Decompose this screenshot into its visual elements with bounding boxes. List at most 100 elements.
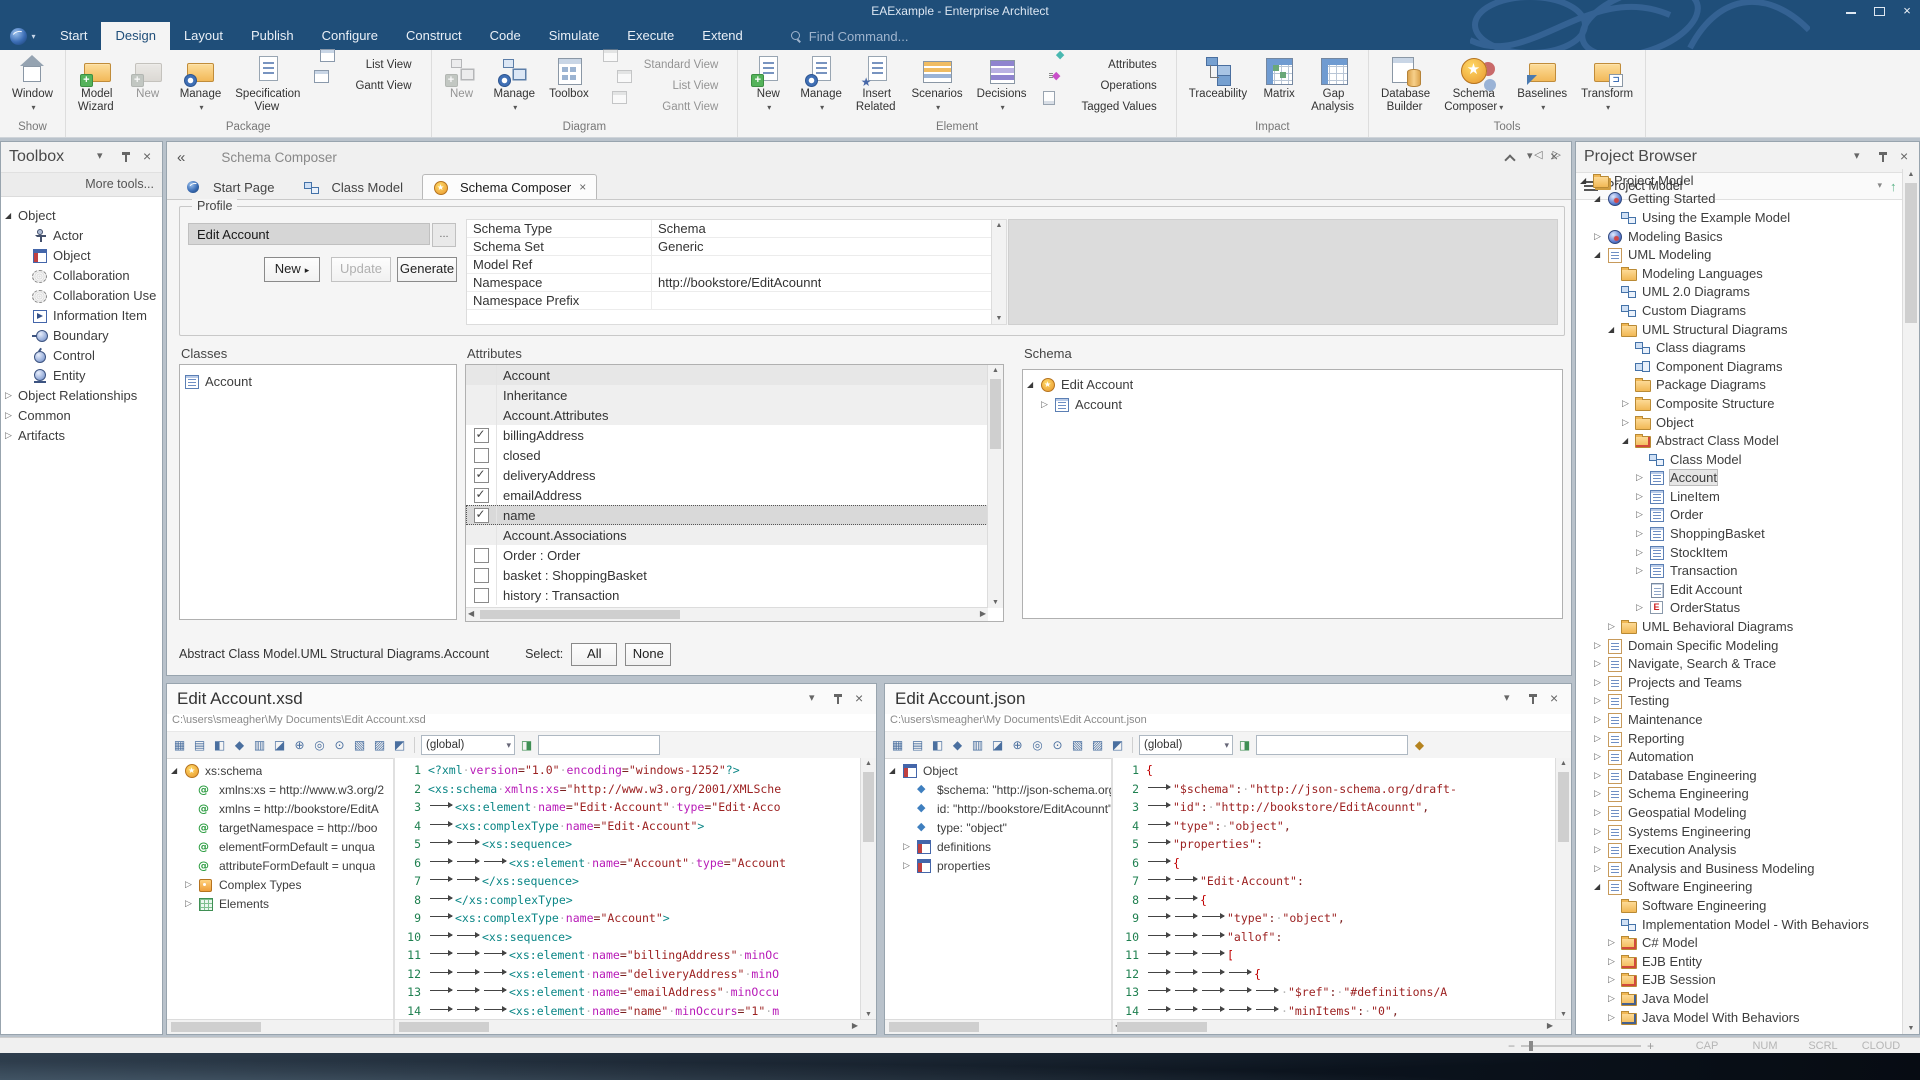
attribute-row[interactable]: history : Transaction	[466, 585, 988, 605]
tree-expander-icon[interactable]	[1636, 528, 1649, 539]
ribbon-button[interactable]: Database Builder	[1375, 52, 1436, 119]
tree-expander-icon[interactable]	[1594, 733, 1607, 744]
tree-expander-icon[interactable]	[1594, 751, 1607, 762]
tab-scroll-left-icon[interactable]: ◁	[1534, 148, 1542, 161]
toolbar-icon[interactable]: ⊕	[291, 737, 308, 754]
tree-expander-icon[interactable]	[1622, 417, 1635, 428]
property-row[interactable]: Namespace Prefix	[467, 292, 991, 310]
project-tree-item[interactable]: Modeling Languages	[1576, 264, 1903, 283]
project-tree-item[interactable]: UML 2.0 Diagrams	[1576, 283, 1903, 302]
tree-expander-icon[interactable]	[1594, 231, 1607, 242]
tree-item[interactable]: xmlns = http://bookstore/EditA	[167, 799, 393, 818]
project-tree-item[interactable]: Projects and Teams	[1576, 673, 1903, 692]
tree-expander-icon[interactable]	[1594, 807, 1607, 818]
ribbon-button[interactable]: New	[438, 52, 486, 119]
toolbox-item[interactable]: Entity	[1, 365, 162, 385]
panel-menu-icon[interactable]	[1854, 152, 1865, 163]
tree-expander-icon[interactable]	[1608, 1012, 1621, 1023]
toolbar-icon[interactable]: ◪	[271, 737, 288, 754]
toolbar-icon[interactable]: ▥	[969, 737, 986, 754]
tree-expander-icon[interactable]	[1594, 882, 1607, 891]
tree-expander-icon[interactable]	[1608, 325, 1621, 334]
toolbar-icon[interactable]: ▥	[251, 737, 268, 754]
ribbon-tab[interactable]: Design	[101, 22, 169, 50]
project-tree-item[interactable]: UML Modeling	[1576, 245, 1903, 264]
pin-icon[interactable]	[1527, 694, 1538, 705]
find-command[interactable]: Find Command...	[791, 22, 909, 50]
project-tree-item[interactable]: ShoppingBasket	[1576, 524, 1903, 543]
project-tree-item[interactable]: Java Model	[1576, 989, 1903, 1008]
tree-item[interactable]: targetNamespace = http://boo	[167, 818, 393, 837]
project-tree-item[interactable]: OrderStatus	[1576, 599, 1903, 618]
tree-expander-icon[interactable]	[5, 410, 18, 421]
collapse-left-icon[interactable]: «	[177, 149, 185, 166]
toolbox-item[interactable]: Control	[1, 345, 162, 365]
project-tree-item[interactable]: Navigate, Search & Trace	[1576, 654, 1903, 673]
tree-expander-icon[interactable]	[1636, 547, 1649, 558]
zoom-slider[interactable]: − +	[1508, 1039, 1654, 1053]
ribbon-button[interactable]: Baselines ▾	[1511, 52, 1573, 119]
scrollbar-thumb[interactable]	[1558, 772, 1569, 842]
ribbon-button[interactable]: Manage ▾	[174, 52, 228, 119]
attribute-checkbox[interactable]	[474, 588, 489, 603]
panel-menu-icon[interactable]	[809, 694, 820, 705]
tree-item[interactable]: xmlns:xs = http://www.w3.org/2	[167, 780, 393, 799]
search-input[interactable]	[538, 735, 660, 755]
scrollbar-thumb[interactable]	[1905, 183, 1917, 323]
more-tools-link[interactable]: More tools...	[1, 173, 162, 197]
property-grid-scrollbar[interactable]: ▲ ▼	[991, 219, 1007, 325]
toolbar-icon[interactable]: ▨	[1089, 737, 1106, 754]
ribbon-tab[interactable]: Code	[476, 22, 535, 50]
project-tree-item[interactable]: StockItem	[1576, 543, 1903, 562]
toolbox-item[interactable]: Common	[1, 405, 162, 425]
attribute-checkbox[interactable]	[474, 428, 489, 443]
tree-item[interactable]: type: "object"	[885, 818, 1111, 837]
project-tree-item[interactable]: Geospatial Modeling	[1576, 803, 1903, 822]
project-tree-item[interactable]: Analysis and Business Modeling	[1576, 859, 1903, 878]
project-tree-item[interactable]: Class diagrams	[1576, 338, 1903, 357]
maximize-button[interactable]	[1872, 5, 1886, 17]
scrollbar-thumb[interactable]	[480, 610, 680, 619]
toolbar-icon[interactable]: ◩	[1109, 737, 1126, 754]
tab-scroll-right-icon[interactable]: ▷	[1553, 148, 1561, 161]
ribbon-button[interactable]: New ▾	[744, 52, 792, 119]
code-vscrollbar[interactable]: ▲ ▼	[1555, 758, 1571, 1020]
ribbon-tab[interactable]: Simulate	[535, 22, 614, 50]
toolbar-icon[interactable]: ▤	[909, 737, 926, 754]
toolbox-item[interactable]: Information Item	[1, 305, 162, 325]
ribbon-button[interactable]: Manage ▾	[488, 52, 542, 119]
toolbox-item[interactable]: Object	[1, 245, 162, 265]
collapse-up-icon[interactable]	[1504, 152, 1515, 163]
tree-expander-icon[interactable]	[1608, 993, 1621, 1004]
toolbar-icon[interactable]: ▨	[371, 737, 388, 754]
tree-expander-icon[interactable]	[1594, 194, 1607, 203]
tree-expander-icon[interactable]	[1594, 844, 1607, 855]
project-tree-item[interactable]: LineItem	[1576, 487, 1903, 506]
project-tree-item[interactable]: Reporting	[1576, 729, 1903, 748]
scope-combobox[interactable]: (global)	[421, 735, 515, 755]
tree-expander-icon[interactable]	[1027, 380, 1040, 389]
tree-item[interactable]: xs:schema	[167, 761, 393, 780]
tree-expander-icon[interactable]	[1041, 399, 1054, 410]
project-tree-item[interactable]: Abstract Class Model	[1576, 431, 1903, 450]
tree-item[interactable]: attributeFormDefault = unqua	[167, 856, 393, 875]
zoom-track[interactable]	[1521, 1045, 1641, 1047]
toolbar-icon[interactable]: ◨	[1236, 737, 1253, 754]
scrollbar-thumb[interactable]	[889, 1022, 979, 1032]
ribbon-button[interactable]: Window ▾	[6, 52, 59, 119]
schema-tree-item[interactable]: Account	[1023, 394, 1562, 414]
tree-item[interactable]: Elements	[167, 894, 393, 913]
profile-name-field[interactable]: Edit Account	[188, 223, 430, 245]
scrollbar-thumb[interactable]	[990, 379, 1001, 449]
toolbar-icon[interactable]: ⊙	[331, 737, 348, 754]
close-icon[interactable]	[1900, 152, 1911, 163]
toolbox-item[interactable]: Artifacts	[1, 425, 162, 445]
toolbar-icon[interactable]: ⊕	[1009, 737, 1026, 754]
ribbon-button[interactable]: Gantt View	[308, 76, 424, 97]
toolbar-icon[interactable]: ◎	[1029, 737, 1046, 754]
panel-menu-icon[interactable]	[97, 152, 108, 163]
toolbox-item[interactable]: Actor	[1, 225, 162, 245]
project-tree-item[interactable]: Database Engineering	[1576, 766, 1903, 785]
project-tree-scrollbar[interactable]: ▲ ▼	[1902, 169, 1919, 1034]
project-tree-item[interactable]: UML Structural Diagrams	[1576, 320, 1903, 339]
